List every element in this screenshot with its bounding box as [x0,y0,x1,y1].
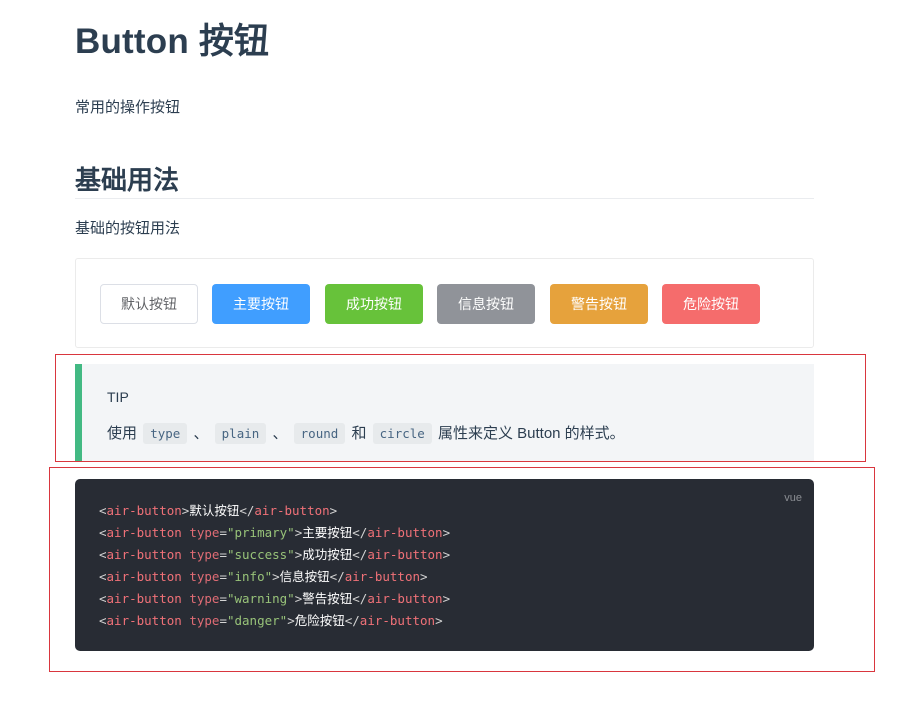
page-lead: 常用的操作按钮 [75,99,181,116]
code-text: 主要按钮 [302,525,353,540]
code-punctuation: </ [329,569,345,584]
code-tag: air-button [106,547,182,562]
code-punctuation: = [219,569,227,584]
code-tag: air-button [367,591,443,606]
code-line: <air-button type="info">信息按钮</air-button… [99,566,450,588]
code-punctuation: < [99,547,107,562]
warning-button[interactable]: 警告按钮 [550,284,648,324]
code-punctuation: > [442,591,451,606]
code-punctuation: = [219,613,227,628]
code-plain: plain [214,423,267,444]
code-punctuation: > [420,569,428,584]
code-punctuation: </ [352,591,368,606]
code-string: "warning" [226,591,295,606]
code-lines: <air-button>默认按钮</air-button> <air-button… [99,500,450,632]
code-tag: air-button [106,569,182,584]
code-punctuation: > [442,547,451,562]
code-punctuation: > [442,525,451,540]
code-punctuation: > [329,503,338,518]
page-title: Button 按钮 [75,22,270,61]
code-punctuation: = [219,525,227,540]
tip-text: 使用 type 、 plain 、 round 和 circle 属性来定义 B… [107,422,625,446]
code-punctuation: < [99,569,107,584]
code-punctuation: < [99,503,107,518]
heading-divider [75,198,814,199]
danger-button[interactable]: 危险按钮 [662,284,760,324]
code-punctuation: </ [239,503,255,518]
code-punctuation: > [435,613,443,628]
tip-separator: 和 [351,425,367,442]
code-text: 警告按钮 [302,591,353,606]
code-line: <air-button type="warning">警告按钮</air-but… [99,588,450,610]
code-string: "info" [226,569,273,584]
tip-container: TIP 使用 type 、 plain 、 round 和 circle 属性来… [75,364,814,462]
code-tag: air-button [359,613,436,628]
code-tag: air-button [106,591,182,606]
code-tag: air-button [106,613,182,628]
code-string: "danger" [226,613,288,628]
docs-page: Button 按钮 常用的操作按钮 基础用法 基础的按钮用法 默认按钮 主要按钮… [0,0,923,721]
tip-separator: 、 [193,425,209,442]
info-button[interactable]: 信息按钮 [437,284,535,324]
code-punctuation: < [99,591,107,606]
code-language-label: vue [784,492,802,504]
tip-title: TIP [107,389,129,405]
code-attribute: type [189,525,220,540]
code-line: <air-button type="success">成功按钮</air-but… [99,544,450,566]
section-heading: 基础用法 [75,165,180,195]
code-text: 默认按钮 [189,503,240,518]
primary-button[interactable]: 主要按钮 [212,284,310,324]
code-line: <air-button type="primary">主要按钮</air-but… [99,522,450,544]
code-punctuation: </ [352,525,368,540]
demo-panel: 默认按钮 主要按钮 成功按钮 信息按钮 警告按钮 危险按钮 [75,258,814,348]
code-circle: circle [372,423,432,444]
code-punctuation: </ [344,613,360,628]
section-description: 基础的按钮用法 [75,220,181,237]
code-tag: air-button [106,525,182,540]
code-text: 危险按钮 [294,613,345,628]
code-text: 信息按钮 [279,569,330,584]
code-punctuation: > [287,613,295,628]
code-attribute: type [189,591,220,606]
tip-suffix: 属性来定义 Button 的样式。 [437,425,625,442]
code-punctuation: = [219,591,227,606]
code-attribute: type [189,569,220,584]
tip-prefix: 使用 [107,425,138,442]
success-button[interactable]: 成功按钮 [325,284,423,324]
code-round: round [293,423,346,444]
code-punctuation: < [99,525,107,540]
default-button[interactable]: 默认按钮 [100,284,198,324]
code-attribute: type [189,613,220,628]
code-block[interactable]: vue <air-button>默认按钮</air-button> <air-bu… [75,479,814,651]
code-string: "success" [226,547,295,562]
code-punctuation: > [272,569,280,584]
code-tag: air-button [106,503,182,518]
code-tag: air-button [367,525,443,540]
code-tag: air-button [367,547,443,562]
tip-separator: 、 [272,425,288,442]
code-punctuation: < [99,613,107,628]
code-tag: air-button [344,569,420,584]
code-tag: air-button [254,503,330,518]
code-punctuation: </ [352,547,368,562]
code-line: <air-button type="danger">危险按钮</air-butt… [99,610,450,632]
code-punctuation: = [219,547,227,562]
code-line: <air-button>默认按钮</air-button> [99,500,450,522]
code-string: "primary" [226,525,295,540]
code-type: type [143,423,188,444]
code-attribute: type [189,547,220,562]
code-text: 成功按钮 [302,547,353,562]
